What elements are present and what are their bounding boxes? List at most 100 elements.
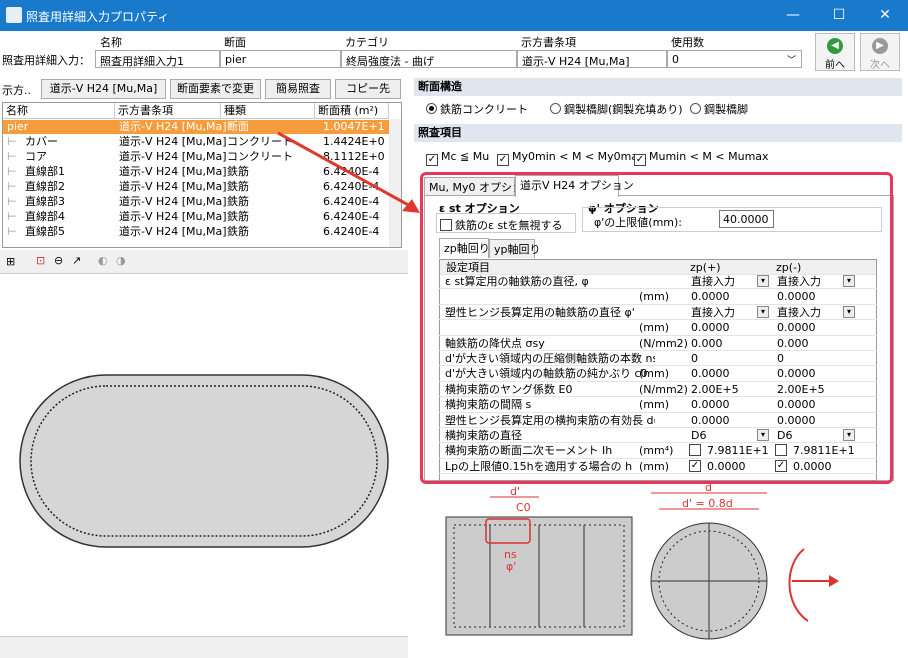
minimize-button[interactable]: — (770, 0, 816, 31)
phi-label: φ' (506, 560, 517, 573)
simple-check-button[interactable]: 簡易照査 (265, 79, 331, 99)
arrow-right-icon: ▶ (872, 38, 888, 54)
clause-button[interactable]: 道示-V H24 [Mu,Ma] (41, 79, 166, 99)
cell: 鉄筋 (227, 180, 249, 193)
cell: コア (25, 150, 47, 163)
radio-dot (690, 103, 701, 114)
cell: 道示-V H24 [Mu,Ma] (119, 180, 227, 193)
d-eq-label: d' = 0.8d (682, 497, 733, 510)
cell: pier (7, 120, 29, 133)
change-by-element-button[interactable]: 断面要素で変更 (170, 79, 261, 99)
cell: カバー (25, 135, 58, 148)
toolbar-label: 示方.. (2, 84, 31, 97)
check-items-header: 照査項目 (414, 124, 902, 142)
clause-label: 示方書条項 (521, 36, 576, 49)
name-label: 名称 (100, 36, 122, 49)
forward-icon[interactable]: ◑ (116, 254, 126, 267)
cell: 鉄筋 (227, 210, 249, 223)
col-header-area[interactable]: 断面積 (m²) (315, 103, 389, 119)
row-label: 照査用詳細入力： (2, 54, 90, 67)
section-label: 断面 (224, 36, 246, 49)
radio-label: 鋼製橋脚 (704, 103, 748, 116)
copy-to-button[interactable]: コピー先 (335, 79, 401, 99)
title-bar: 照査用詳細入力プロパティ — ☐ ✕ (0, 0, 908, 31)
cell: 道示-V H24 [Mu,Ma] (119, 135, 227, 148)
radio-label: 鋼製橋脚(鋼製充填あり) (564, 103, 683, 116)
radio-dot (426, 103, 437, 114)
check-label: Mc ≦ Mu (441, 150, 490, 163)
section-field[interactable]: pier (220, 50, 341, 68)
section-drawing (19, 374, 389, 548)
pan-icon[interactable]: ↗ (72, 254, 81, 267)
back-icon[interactable]: ◐ (98, 254, 108, 267)
highlight-box (420, 172, 893, 484)
next-button[interactable]: ▶ 次へ (860, 33, 900, 71)
radio-rc[interactable]: 鉄筋コンクリート (426, 101, 528, 117)
col-header-type[interactable]: 種類 (221, 103, 315, 119)
cell: 鉄筋 (227, 195, 249, 208)
chevron-down-icon[interactable]: ﹀ (787, 53, 796, 66)
category-field[interactable]: 終局強度法 - 曲げ (341, 50, 517, 68)
check-mc-mu[interactable]: ✓ Mc ≦ Mu (426, 150, 489, 166)
cell: 直線部1 (25, 165, 65, 178)
category-label: カテゴリ (345, 36, 389, 49)
d-label: d (705, 481, 712, 494)
cell: 道示-V H24 [Mu,Ma] (119, 225, 227, 238)
table-row[interactable]: ⊢ 直線部5 道示-V H24 [Mu,Ma] 鉄筋 6.4240E-4 (3, 225, 389, 239)
cell: 鉄筋 (227, 165, 249, 178)
cell: 6.4240E-4 (323, 225, 380, 238)
rebar-diagram: d' C0 ns φ' d d' = 0.8d (424, 481, 894, 645)
header-panel: 名称 断面 カテゴリ 示方書条項 使用数 照査用詳細入力： 照査用詳細入力1 p… (0, 31, 908, 75)
cell: 道示-V H24 [Mu,Ma] (119, 150, 227, 163)
cell: 道示-V H24 [Mu,Ma] (119, 210, 227, 223)
tree-line: ⊢ (7, 225, 17, 238)
app-icon (6, 7, 22, 23)
check-my0[interactable]: ✓ My0min < M < My0max (497, 150, 645, 166)
next-label: 次へ (870, 60, 890, 71)
section-canvas[interactable] (0, 275, 408, 635)
tree-line: ⊢ (7, 195, 17, 208)
status-bar (0, 636, 408, 658)
close-button[interactable]: ✕ (862, 0, 908, 31)
d-prime-label: d' (510, 485, 521, 498)
radio-dot (550, 103, 561, 114)
maximize-button[interactable]: ☐ (816, 0, 862, 31)
cell: 道示-V H24 [Mu,Ma] (119, 165, 227, 178)
usage-label: 使用数 (671, 36, 704, 49)
cell: 断面 (227, 120, 249, 133)
col-header-name[interactable]: 名称 (3, 103, 115, 119)
fit-icon[interactable]: ⊞ (6, 255, 15, 268)
check-label: My0min < M < My0max (512, 150, 645, 163)
check-label: Mumin < M < Mumax (649, 150, 769, 163)
view-toolbar: ⊞ ⊡ ⊖ ↗ ◐ ◑ (0, 250, 408, 274)
name-field[interactable]: 照査用詳細入力1 (95, 50, 220, 68)
cell: 直線部3 (25, 195, 65, 208)
arrow-left-icon: ◀ (827, 38, 843, 54)
radio-steel[interactable]: 鋼製橋脚 (690, 101, 748, 117)
clause-field[interactable]: 道示-V H24 [Mu,Ma] (517, 50, 667, 68)
cell: 鉄筋 (227, 225, 249, 238)
tree-line: ⊢ (7, 150, 17, 163)
tree-line: ⊢ (7, 210, 17, 223)
check-icon: ✓ (634, 154, 646, 166)
zoom-out-icon[interactable]: ⊖ (54, 254, 63, 267)
tab-h24-option[interactable]: 道示V H24 オプション (515, 175, 634, 197)
callout-arrow (277, 131, 420, 213)
window-title: 照査用詳細入力プロパティ (26, 10, 170, 24)
col-header-clause[interactable]: 示方書条項 (115, 103, 221, 119)
usage-field[interactable]: 0 (667, 50, 802, 68)
cell: 道示-V H24 [Mu,Ma] (119, 120, 227, 133)
cell: 道示-V H24 [Mu,Ma] (119, 195, 227, 208)
prev-label: 前へ (825, 60, 845, 71)
c0-label: C0 (516, 501, 531, 514)
radio-steel-filled[interactable]: 鋼製橋脚(鋼製充填あり) (550, 101, 683, 117)
check-mu-range[interactable]: ✓ Mumin < M < Mumax (634, 150, 769, 166)
tree-line: ⊢ (7, 135, 17, 148)
cell: 直線部4 (25, 210, 65, 223)
section-structure-header: 断面構造 (414, 78, 902, 96)
radio-label: 鉄筋コンクリート (440, 103, 528, 116)
tree-line: ⊢ (7, 165, 17, 178)
check-icon: ✓ (497, 154, 509, 166)
prev-button[interactable]: ◀ 前へ (815, 33, 855, 71)
zoom-window-icon[interactable]: ⊡ (36, 254, 45, 267)
